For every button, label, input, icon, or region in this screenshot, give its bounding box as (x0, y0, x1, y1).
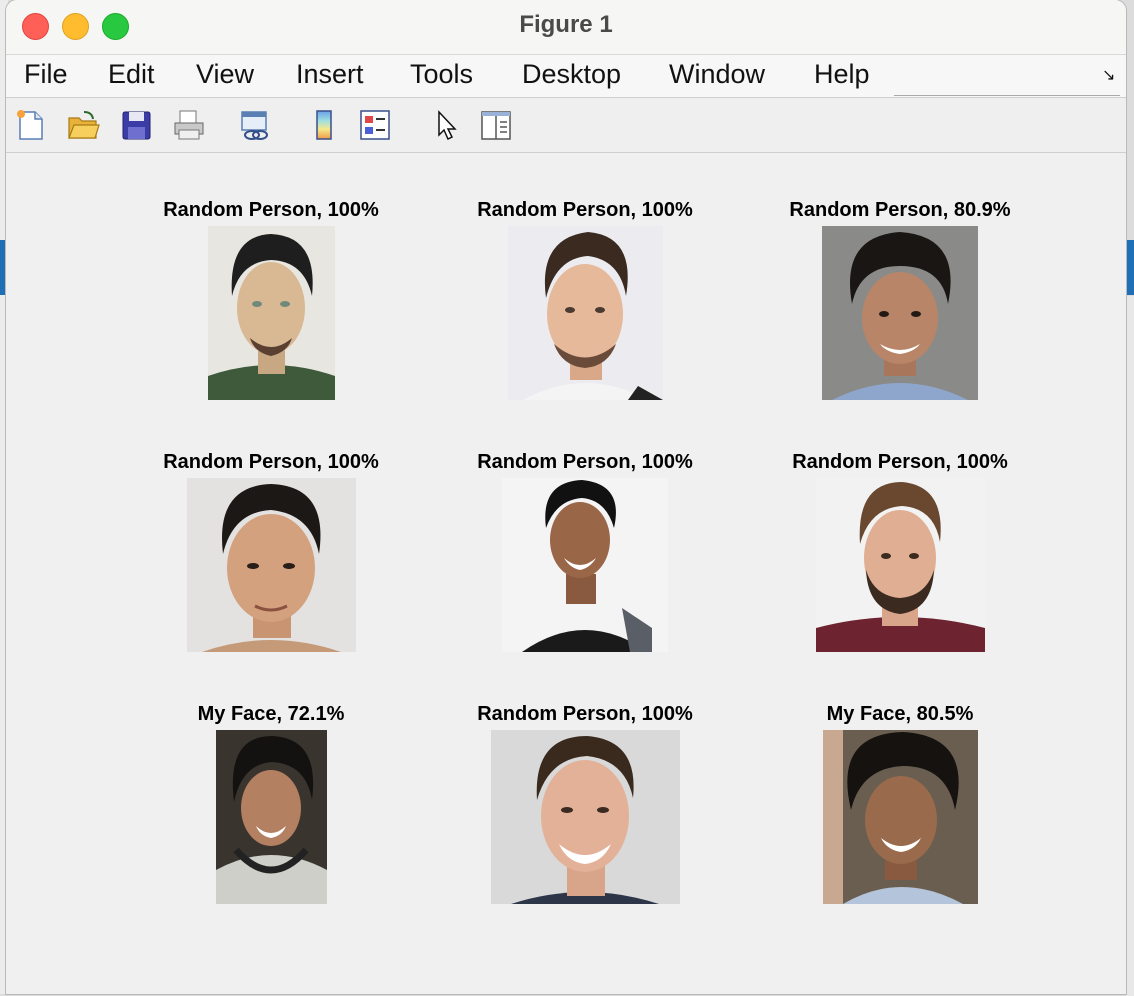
face-image (491, 730, 680, 904)
save-icon[interactable] (120, 108, 154, 142)
face-image (822, 226, 978, 400)
subplot-title: My Face, 80.5% (826, 703, 974, 725)
menu-insert[interactable]: Insert (296, 59, 364, 90)
subplot-title: Random Person, 100% (477, 199, 693, 221)
subplot-title: Random Person, 100% (477, 703, 693, 725)
menu-help[interactable]: Help (814, 59, 870, 90)
print-icon[interactable] (172, 108, 206, 142)
menu-window[interactable]: Window (669, 59, 765, 90)
face-image (208, 226, 335, 400)
subplot-title: Random Person, 100% (792, 451, 1008, 473)
property-inspector-icon[interactable] (479, 108, 513, 142)
subplot-title: Random Person, 80.9% (789, 199, 1011, 221)
new-figure-icon[interactable] (14, 108, 48, 142)
dock-figure-icon[interactable]: ↘ (1102, 65, 1115, 85)
pointer-icon[interactable] (430, 108, 464, 142)
face-image (216, 730, 327, 904)
background-app-right (1126, 296, 1134, 996)
subplot-title: Random Person, 100% (163, 199, 379, 221)
menu-desktop[interactable]: Desktop (522, 59, 621, 90)
colorbar-icon[interactable] (308, 108, 342, 142)
link-plot-icon[interactable] (238, 108, 272, 142)
face-image (502, 478, 668, 652)
title-bar[interactable]: Figure 1 (6, 0, 1126, 55)
menu-separator (894, 95, 1120, 96)
figure-canvas: Random Person, 100% Random Person, 100% (6, 153, 1126, 994)
figure-window: Figure 1 File Edit View Insert Tools Des… (6, 0, 1126, 994)
face-image (187, 478, 356, 652)
face-image (823, 730, 978, 904)
background-app-right-accent (1126, 240, 1134, 295)
subplot-title: My Face, 72.1% (197, 703, 345, 725)
menu-tools[interactable]: Tools (410, 59, 473, 90)
window-title: Figure 1 (519, 11, 613, 38)
menu-bar: File Edit View Insert Tools Desktop Wind… (6, 55, 1126, 98)
toolbar (6, 98, 1126, 153)
open-file-icon[interactable] (66, 108, 100, 142)
menu-edit[interactable]: Edit (108, 59, 155, 90)
subplot-title: Random Person, 100% (477, 451, 693, 473)
menu-view[interactable]: View (196, 59, 254, 90)
subplot-title: Random Person, 100% (163, 451, 379, 473)
face-image (816, 478, 985, 652)
legend-icon[interactable] (358, 108, 392, 142)
menu-file[interactable]: File (24, 59, 68, 90)
face-image (508, 226, 663, 400)
